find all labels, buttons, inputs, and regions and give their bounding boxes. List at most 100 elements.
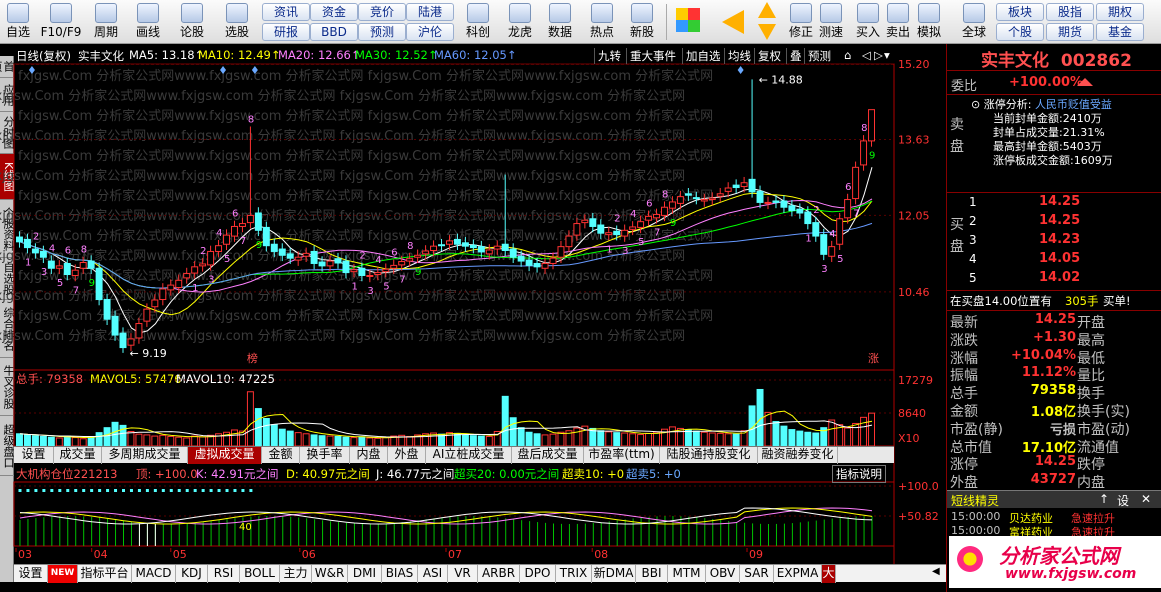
indicator-tab[interactable]: MTM	[668, 565, 706, 583]
volume-bar	[764, 411, 772, 447]
indicator-tab[interactable]: ASI	[418, 565, 448, 583]
volume-bar	[302, 433, 310, 447]
candle-body	[87, 260, 95, 269]
indicator-tab[interactable]: MACD	[132, 565, 176, 583]
short-settings-button[interactable]: 设	[1117, 492, 1129, 509]
lock-icon[interactable]: ⌂	[844, 48, 851, 62]
volume-bar	[79, 438, 87, 447]
indicator-tab[interactable]: 新DMA	[592, 565, 636, 583]
indicator-tab[interactable]: BIAS	[382, 565, 418, 583]
high-price-label: ← 14.88	[759, 73, 803, 86]
header-button[interactable]: 加自选	[682, 48, 721, 64]
event-diamond-icon[interactable]	[737, 66, 744, 74]
indicator-tab[interactable]: NEW	[48, 565, 78, 583]
volume-subtab[interactable]: 金额	[262, 447, 300, 464]
volume-subtab[interactable]: 陆股通持股变化	[660, 447, 758, 464]
volume-subtab[interactable]: 虚拟成交量	[188, 447, 262, 464]
volume-subtab[interactable]: 市盈率(ttm)	[584, 447, 660, 464]
indicator-tab[interactable]: EXPMA	[774, 565, 822, 583]
indicator-tab[interactable]: 指标平台	[78, 565, 132, 583]
toolbar-small-button[interactable]: 期货	[1046, 23, 1094, 41]
volume-subtab[interactable]: 成交量	[54, 447, 102, 464]
period-label[interactable]: 日线(复权)	[16, 48, 71, 64]
volume-bar	[151, 435, 159, 447]
mavol10-readout: MAVOL10: 47225	[176, 372, 275, 386]
bid-row[interactable]: 3 14.23	[947, 232, 1161, 250]
date-tick-label: 06	[302, 548, 316, 561]
dropdown-icon[interactable]: ▾	[884, 48, 890, 62]
volume-subtab[interactable]: 换手率	[300, 447, 350, 464]
candle-body	[772, 200, 780, 203]
header-button[interactable]: 九转	[594, 48, 621, 64]
collapse-arrow-icon[interactable]	[1077, 78, 1093, 86]
toolbar-small-button[interactable]: 期权	[1096, 3, 1144, 21]
volume-bar	[127, 430, 135, 447]
volume-subtab[interactable]: 融资融券变化	[758, 447, 838, 464]
volume-bar	[334, 435, 342, 447]
volume-subtab[interactable]: 外盘	[388, 447, 426, 464]
short-close-icon[interactable]: ✕	[1141, 492, 1151, 506]
bid-row[interactable]: 4 14.05	[947, 251, 1161, 269]
indicator-tab[interactable]: OBV	[706, 565, 740, 583]
ind-dot	[225, 489, 229, 492]
indicator-tab[interactable]: DPO	[520, 565, 556, 583]
volume-subtab[interactable]: 设置	[14, 447, 54, 464]
ind-tick-label: +100.0	[898, 480, 939, 493]
toolbar-button-16[interactable]: 全球	[954, 2, 994, 42]
volume-bar	[278, 428, 286, 447]
header-button[interactable]: 重大事件	[626, 48, 676, 64]
indicator-tab[interactable]: SAR	[740, 565, 774, 583]
header-button[interactable]: 复权	[754, 48, 781, 64]
indicator-tab[interactable]: W&R	[312, 565, 348, 583]
limit-analysis: ⊙ 涨停分析: 人民币贬值受益 当前封单金额:2410万 封单占成交量:21.31…	[971, 98, 1161, 168]
header-button[interactable]: 叠	[786, 48, 802, 64]
quote-value: +10.04%	[1010, 347, 1076, 363]
indicator-tab[interactable]: ARBR	[478, 565, 520, 583]
short-time: 15:00:00	[951, 510, 1001, 523]
bid-row[interactable]: 1 14.25	[947, 194, 1161, 212]
limit-line: 最高封单金额:5403万	[971, 140, 1161, 154]
indicator-tab[interactable]: KDJ	[176, 565, 208, 583]
toolbar-small-button[interactable]: 个股	[996, 23, 1044, 41]
indicator-help-button[interactable]: 指标说明	[832, 465, 886, 483]
indicator-tab[interactable]: BOLL	[240, 565, 280, 583]
indicator-tab[interactable]: VR	[448, 565, 478, 583]
nine-turn-digit: 3	[367, 286, 373, 297]
volume-subtab[interactable]: AI立桩成交量	[426, 447, 512, 464]
volume-bar	[358, 436, 366, 447]
header-button[interactable]: 均线	[724, 48, 751, 64]
indicator-tab[interactable]: 主力	[280, 565, 312, 583]
indicator-tab[interactable]: DMI	[348, 565, 382, 583]
indicator-tab[interactable]: 大	[822, 565, 836, 583]
nine-turn-digit: 2	[614, 213, 620, 224]
volume-subtab[interactable]: 多周期成交量	[102, 447, 188, 464]
toolbar-small-button[interactable]: 股指	[1046, 3, 1094, 21]
watermark-text: fxjgsw.Com 分析家公式网www.fxjgsw.com 分析家公式网 f…	[18, 148, 713, 164]
candle-body	[246, 214, 254, 224]
tab-scroll-left-icon[interactable]: ◀	[932, 566, 940, 577]
toolbar-small-button[interactable]: 基金	[1096, 23, 1144, 41]
volume-subtab[interactable]: 内盘	[350, 447, 388, 464]
header-button[interactable]: 预测	[804, 48, 831, 64]
volume-subtab[interactable]: 盘后成交量	[512, 447, 584, 464]
candle-body	[103, 299, 111, 320]
indicator-tab[interactable]: BBI	[636, 565, 668, 583]
nine-turn-digit: 6	[232, 209, 238, 220]
limit-link[interactable]: 人民币贬值受益	[1035, 98, 1112, 111]
candle-body	[645, 215, 653, 221]
scroll-left-icon[interactable]: ◁	[862, 48, 871, 62]
queue-buy-button[interactable]: 买单!	[1103, 293, 1131, 309]
volume-bar	[517, 427, 525, 447]
nine-turn-digit: 6	[391, 248, 397, 259]
bid-row[interactable]: 2 14.25	[947, 213, 1161, 231]
toolbar-small-button[interactable]: 板块	[996, 3, 1044, 21]
scroll-right-icon[interactable]: ▷	[874, 48, 883, 62]
volume-bar	[23, 434, 31, 447]
quote-value: 14.25	[1034, 312, 1076, 327]
indicator-tab[interactable]: 设置	[14, 565, 48, 583]
ind-dot	[58, 489, 62, 492]
indicator-tab[interactable]: RSI	[208, 565, 240, 583]
short-up-icon[interactable]: ↑	[1099, 492, 1109, 506]
indicator-tab[interactable]: TRIX	[556, 565, 592, 583]
bid-row[interactable]: 5 14.02	[947, 270, 1161, 288]
